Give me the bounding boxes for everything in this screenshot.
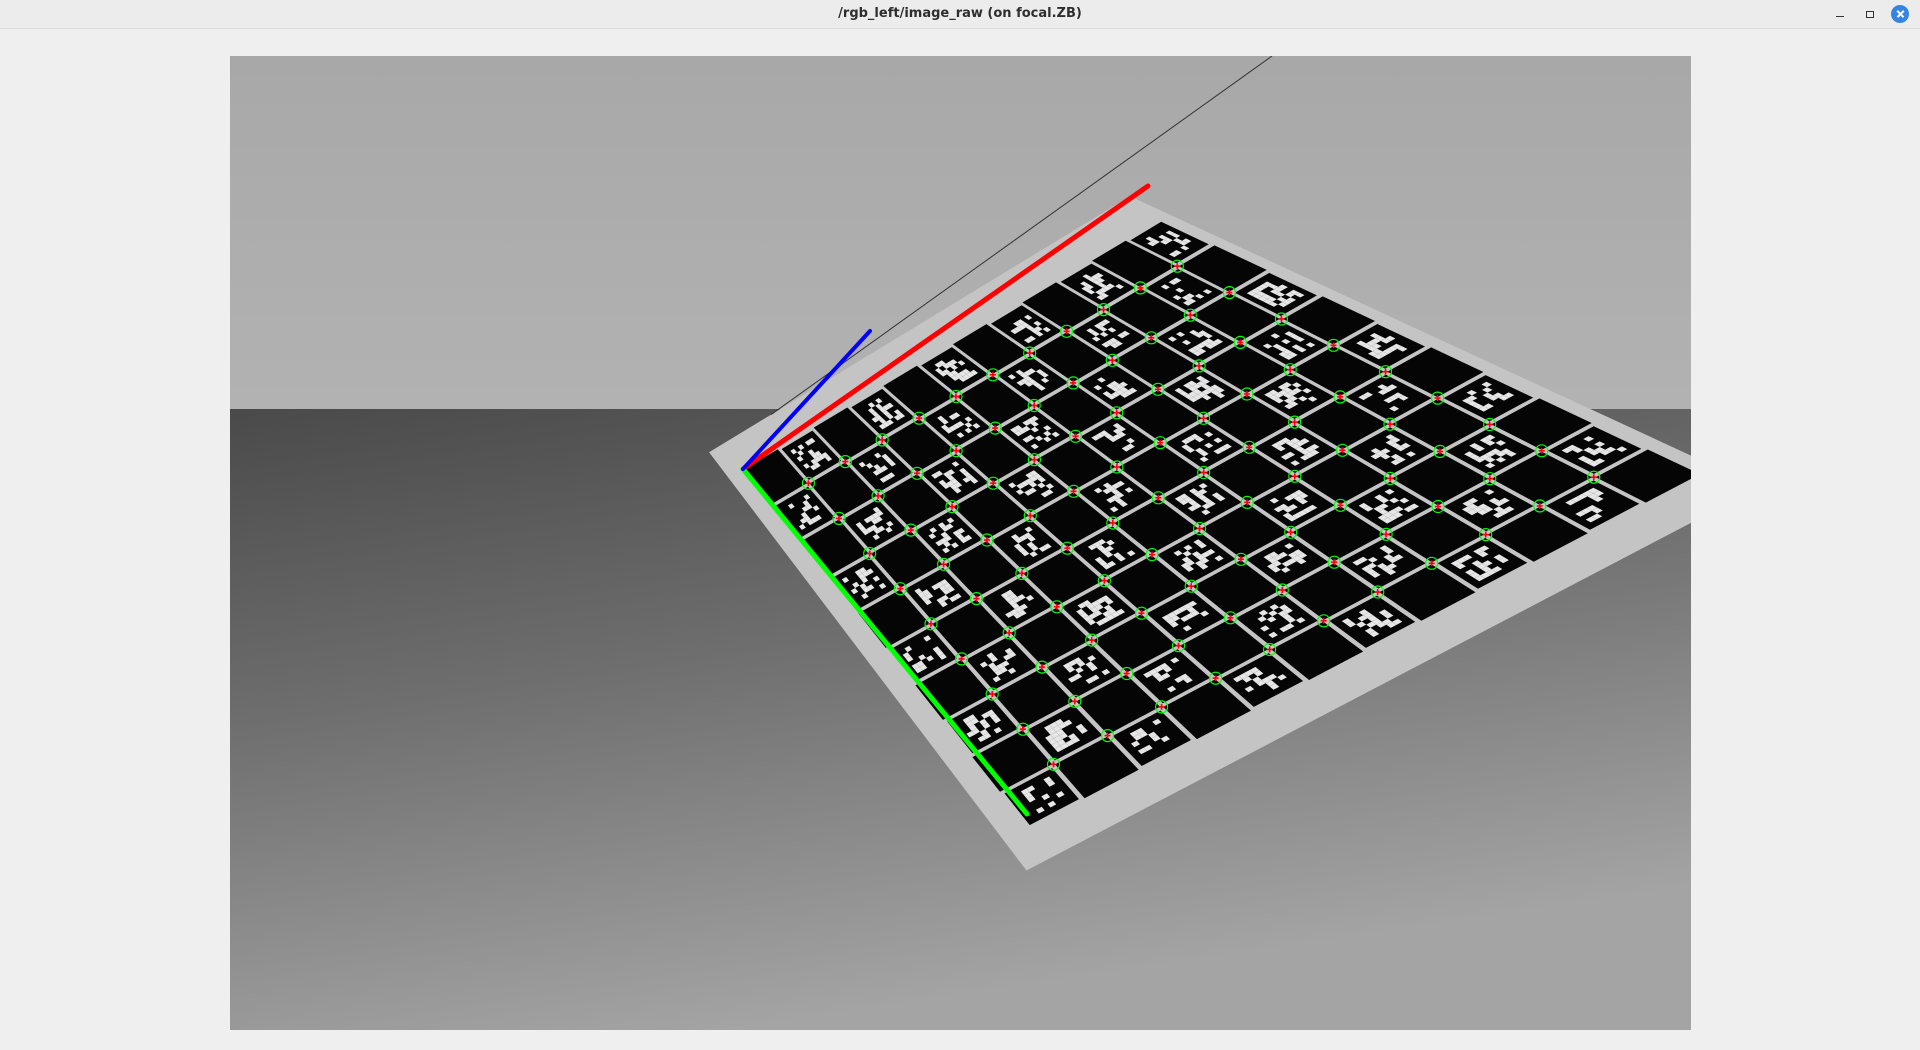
image-view-window: /rgb_left/image_raw (on focal.ZB) bbox=[0, 0, 1920, 1050]
window-title: /rgb_left/image_raw (on focal.ZB) bbox=[838, 6, 1082, 21]
minimize-button[interactable] bbox=[1831, 5, 1849, 23]
maximize-icon bbox=[1866, 10, 1874, 18]
maximize-button[interactable] bbox=[1861, 5, 1879, 23]
camera-image bbox=[230, 56, 1691, 1030]
minimize-icon bbox=[1836, 15, 1844, 18]
image-viewport[interactable] bbox=[230, 56, 1691, 1030]
close-button[interactable] bbox=[1891, 5, 1909, 23]
title-bar[interactable]: /rgb_left/image_raw (on focal.ZB) bbox=[0, 0, 1920, 29]
